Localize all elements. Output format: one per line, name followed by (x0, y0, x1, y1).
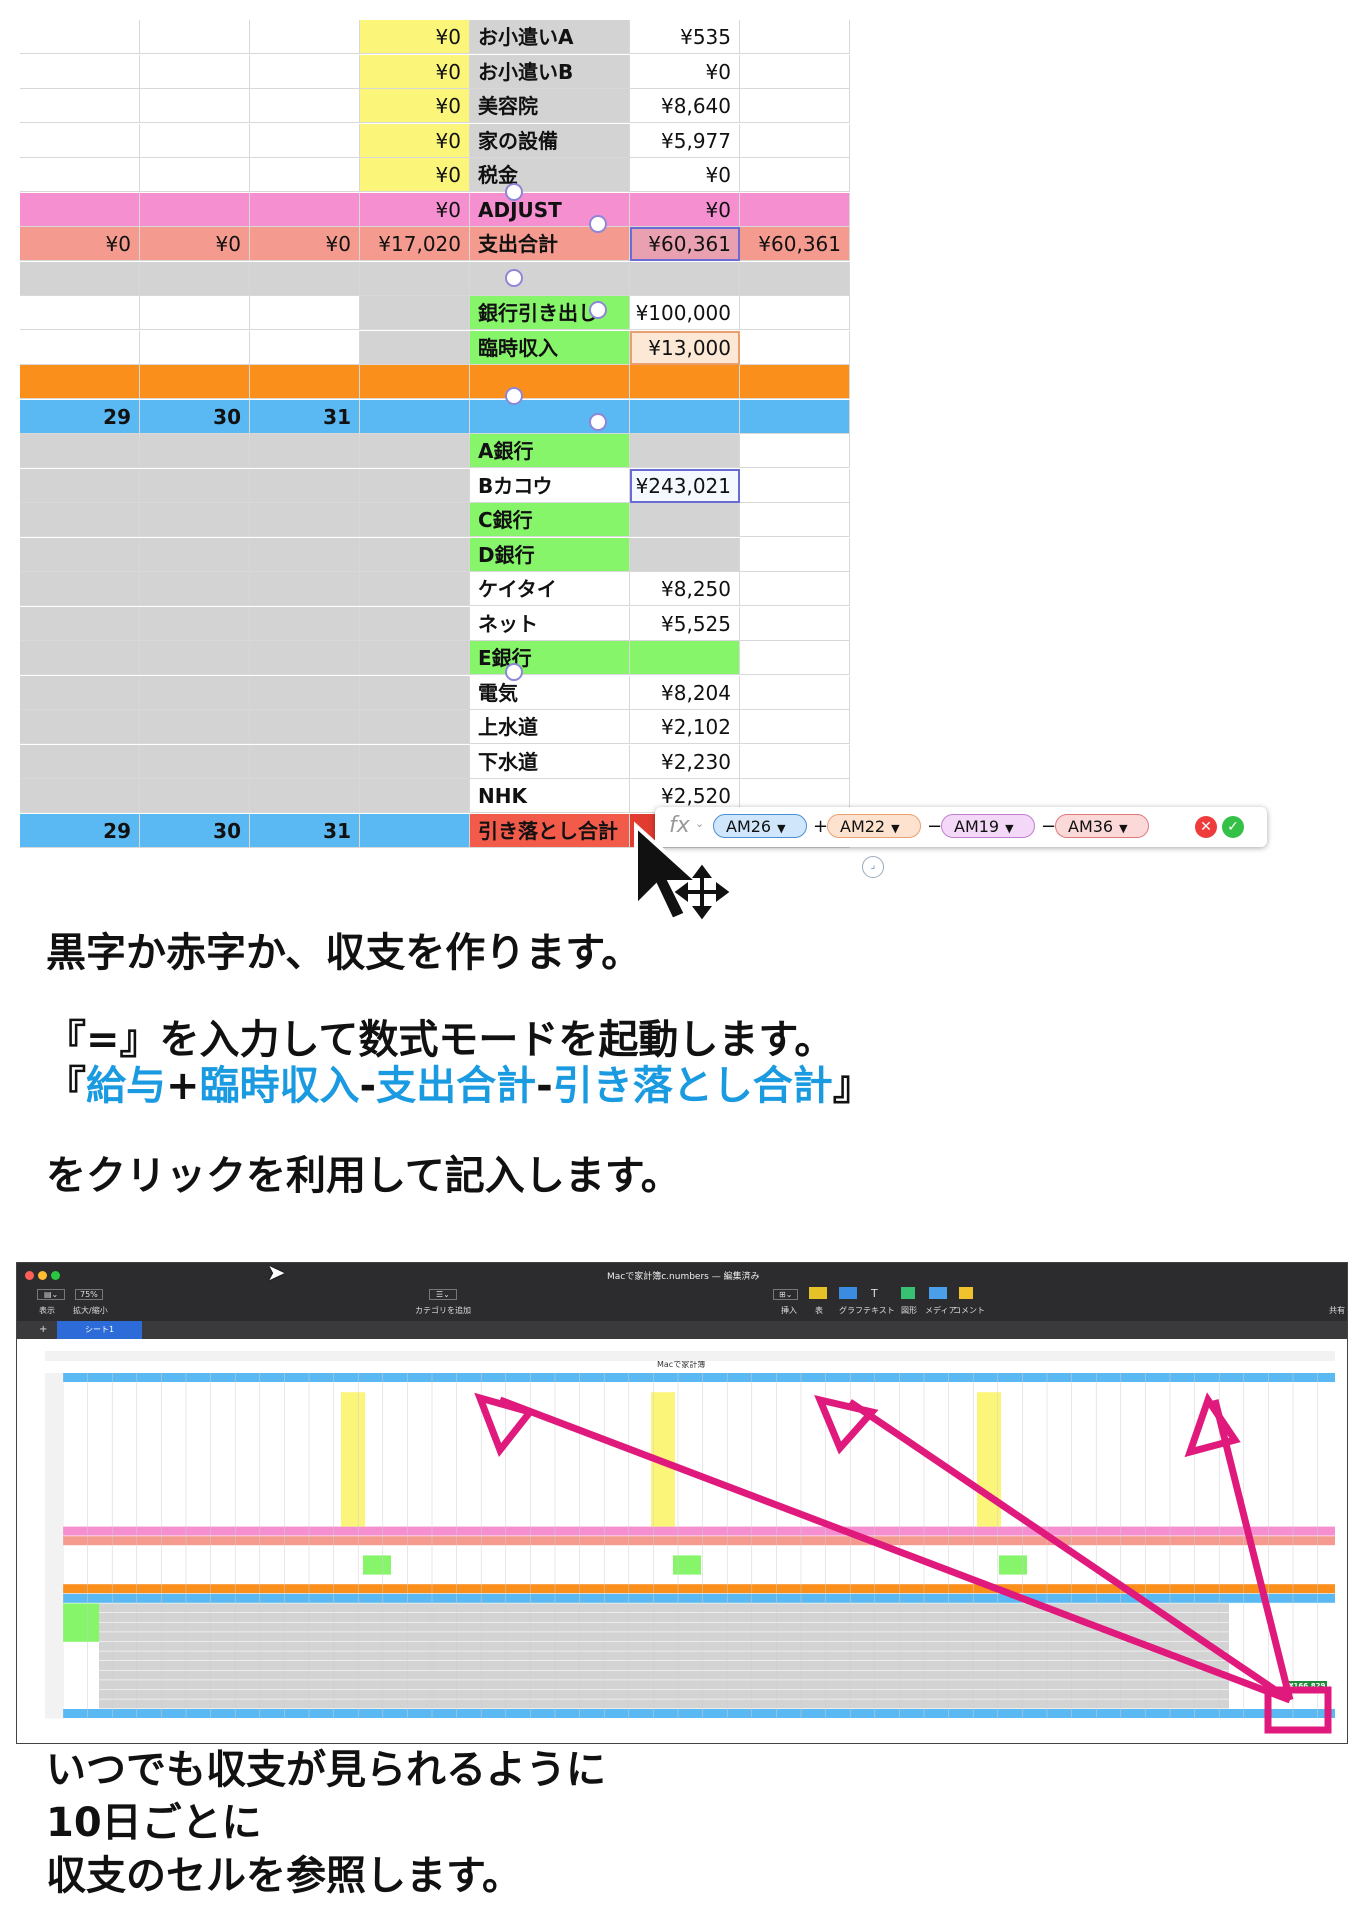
caption-line-7: 収支のセルを参照します。 (46, 1853, 522, 1899)
caption-line-6: 10日ごとに (46, 1800, 262, 1846)
caption-line-5: いつでも収支が見られるように (46, 1747, 606, 1793)
annotation-arrows (474, 1392, 1332, 1734)
